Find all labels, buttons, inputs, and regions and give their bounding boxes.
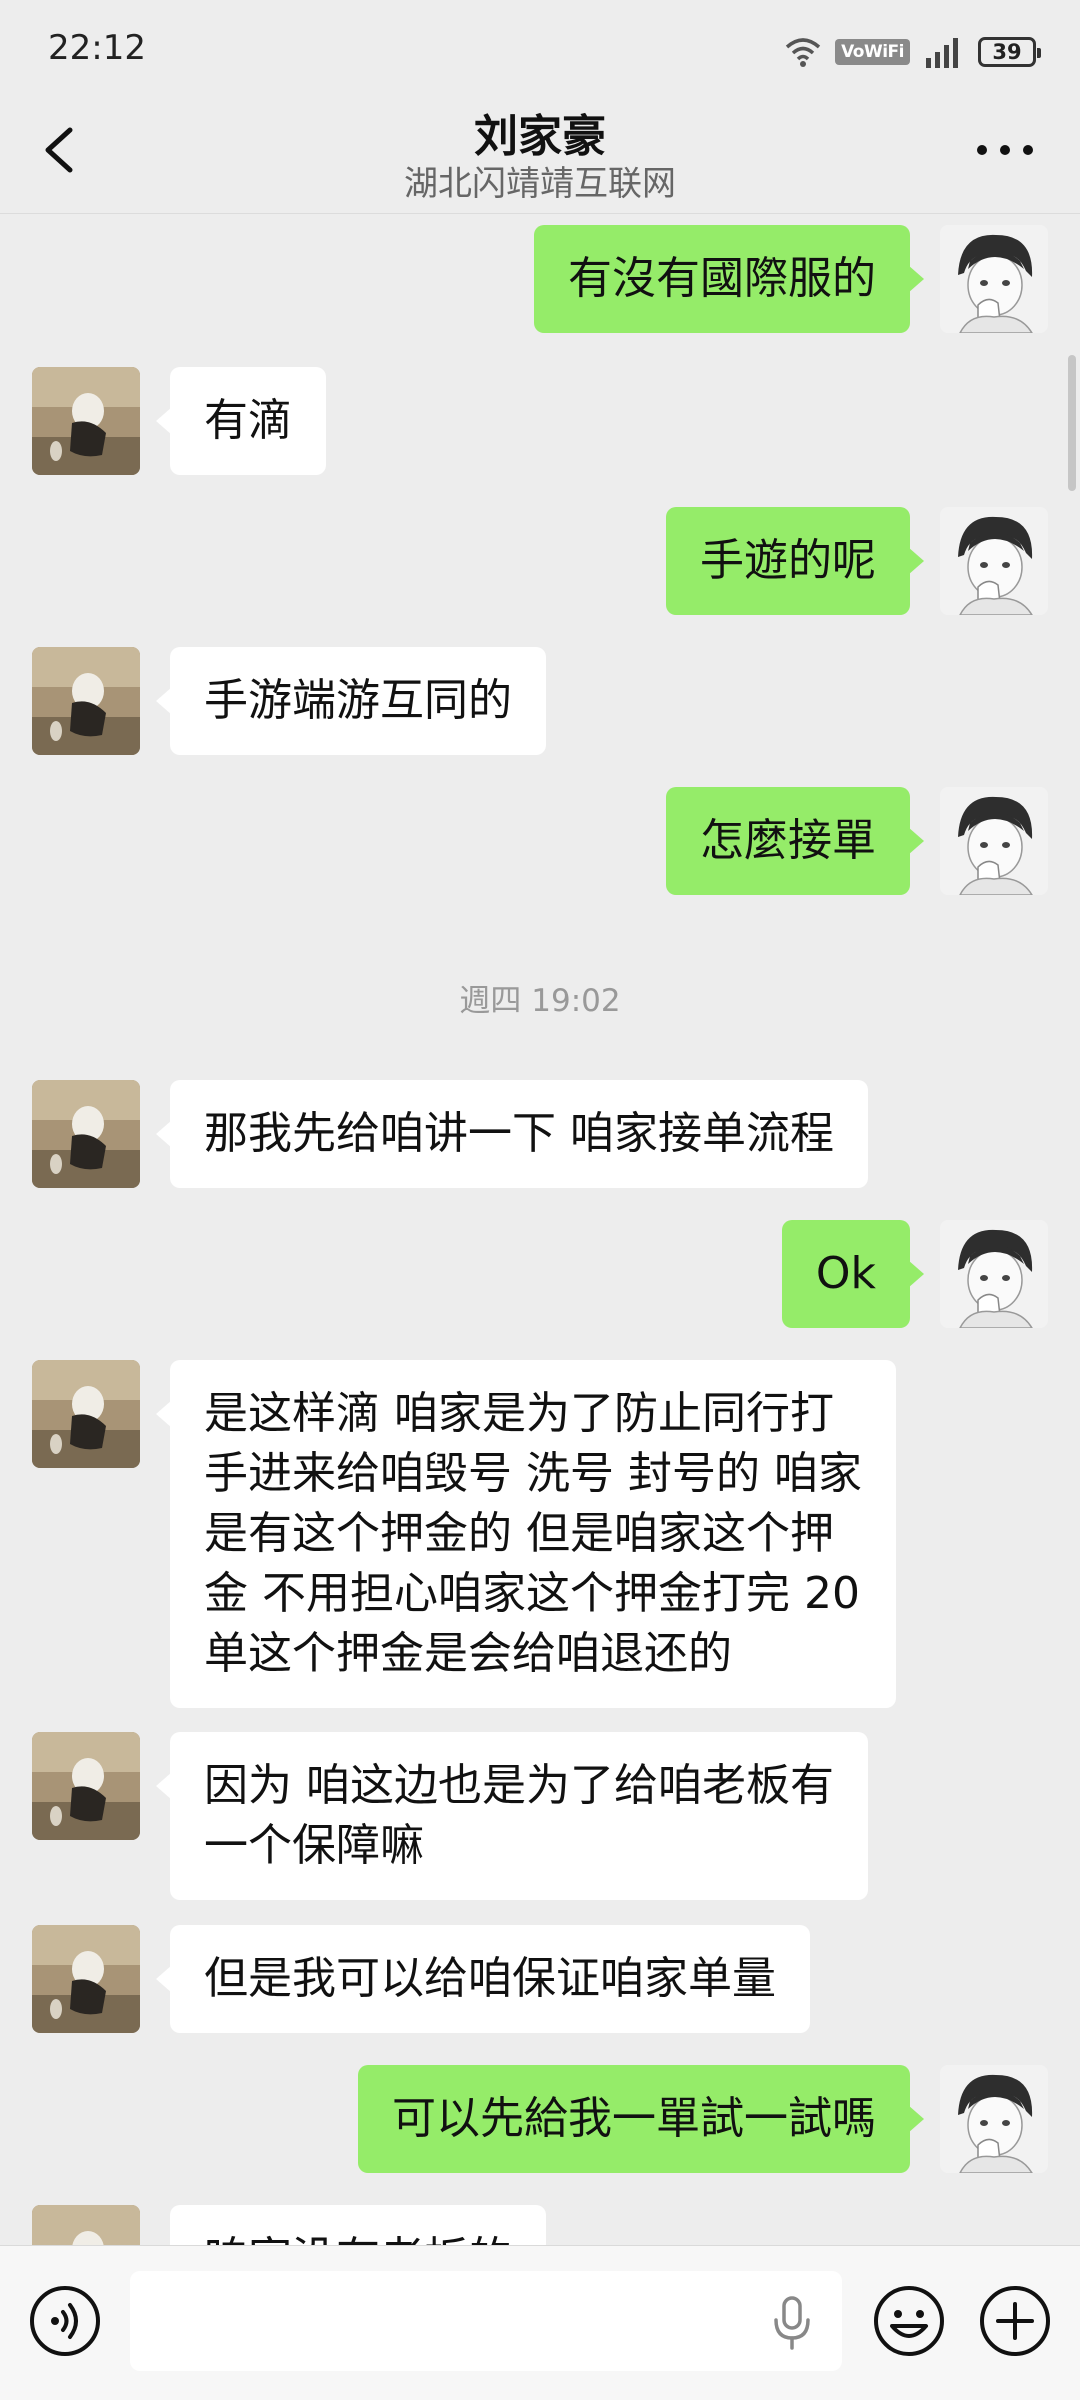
chat-timestamp: 週四 19:02 bbox=[459, 983, 621, 1019]
avatar-self[interactable] bbox=[940, 787, 1048, 895]
avatar-self[interactable] bbox=[940, 225, 1048, 333]
avatar-self-image bbox=[940, 787, 1048, 895]
signal-icon bbox=[926, 38, 958, 68]
avatar-self-image bbox=[940, 1220, 1048, 1328]
message-bubble-other[interactable]: 但是我可以给咱保证咱家单量 bbox=[156, 1925, 810, 2033]
avatar-other-image bbox=[32, 647, 140, 755]
avatar-self[interactable] bbox=[940, 1220, 1048, 1328]
message-bubble-other[interactable]: 手游端游互同的 bbox=[156, 647, 546, 755]
more-options-icon[interactable] bbox=[970, 130, 1040, 170]
avatar-self-image bbox=[940, 2065, 1048, 2173]
message-bubble-self[interactable]: 手遊的呢 bbox=[666, 507, 924, 615]
avatar-other[interactable] bbox=[32, 367, 140, 475]
status-bar: 22:12 VoWiFi 39 bbox=[0, 0, 1080, 100]
vowifi-badge: VoWiFi bbox=[835, 39, 910, 65]
message-bubble-other[interactable]: 有滴 bbox=[156, 367, 326, 475]
status-time: 22:12 bbox=[48, 28, 146, 68]
avatar-other-image bbox=[32, 367, 140, 475]
message-bubble-other[interactable]: 那我先给咱讲一下 咱家接单流程 bbox=[156, 1080, 868, 1188]
avatar-other-image bbox=[32, 1360, 140, 1468]
plus-icon[interactable] bbox=[978, 2284, 1052, 2358]
avatar-other-image bbox=[32, 1080, 140, 1188]
chat-header: 刘家豪 湖北闪靖靖互联网 bbox=[0, 100, 1080, 214]
message-bubble-other[interactable]: 是这样滴 咱家是为了防止同行打 手进来给咱毁号 洗号 封号的 咱家 是有这个押金… bbox=[156, 1360, 896, 1708]
avatar-self[interactable] bbox=[940, 507, 1048, 615]
message-bubble-self[interactable]: 怎麼接單 bbox=[666, 787, 924, 895]
avatar-other[interactable] bbox=[32, 647, 140, 755]
message-input[interactable] bbox=[130, 2271, 842, 2371]
microphone-icon[interactable] bbox=[770, 2294, 814, 2350]
avatar-other-image bbox=[32, 1925, 140, 2033]
chat-subtitle: 湖北闪靖靖互联网 bbox=[404, 164, 676, 204]
avatar-other[interactable] bbox=[32, 2205, 140, 2245]
wifi-icon bbox=[785, 38, 821, 67]
avatar-other-image bbox=[32, 2205, 140, 2245]
input-bar bbox=[0, 2245, 1080, 2400]
battery-level: 39 bbox=[992, 40, 1022, 64]
avatar-other[interactable] bbox=[32, 1360, 140, 1468]
status-icons: VoWiFi 39 bbox=[785, 30, 1041, 74]
message-bubble-other[interactable]: 因为 咱这边也是为了给咱老板有 一个保障嘛 bbox=[156, 1732, 868, 1900]
avatar-other[interactable] bbox=[32, 1080, 140, 1188]
avatar-self-image bbox=[940, 507, 1048, 615]
avatar-other-image bbox=[32, 1732, 140, 1840]
chat-message-list[interactable]: 有沒有國際服的 有滴 手遊的呢 手游端游互同的 怎麼接單 週四 19:02 那我… bbox=[0, 215, 1080, 2245]
voice-mode-icon[interactable] bbox=[28, 2284, 102, 2358]
battery-icon: 39 bbox=[978, 37, 1041, 67]
message-bubble-self[interactable]: 可以先給我一單試一試嗎 bbox=[358, 2065, 924, 2173]
message-bubble-other[interactable]: 咱家没有老板的 bbox=[170, 2205, 546, 2245]
scrollbar[interactable] bbox=[1068, 355, 1076, 491]
chat-title: 刘家豪 bbox=[474, 111, 606, 162]
avatar-other[interactable] bbox=[32, 1732, 140, 1840]
message-bubble-self[interactable]: 有沒有國際服的 bbox=[534, 225, 924, 333]
message-bubble-self[interactable]: Ok bbox=[781, 1220, 925, 1328]
avatar-self[interactable] bbox=[940, 2065, 1048, 2173]
avatar-other[interactable] bbox=[32, 1925, 140, 2033]
emoji-icon[interactable] bbox=[872, 2284, 946, 2358]
avatar-self-image bbox=[940, 225, 1048, 333]
